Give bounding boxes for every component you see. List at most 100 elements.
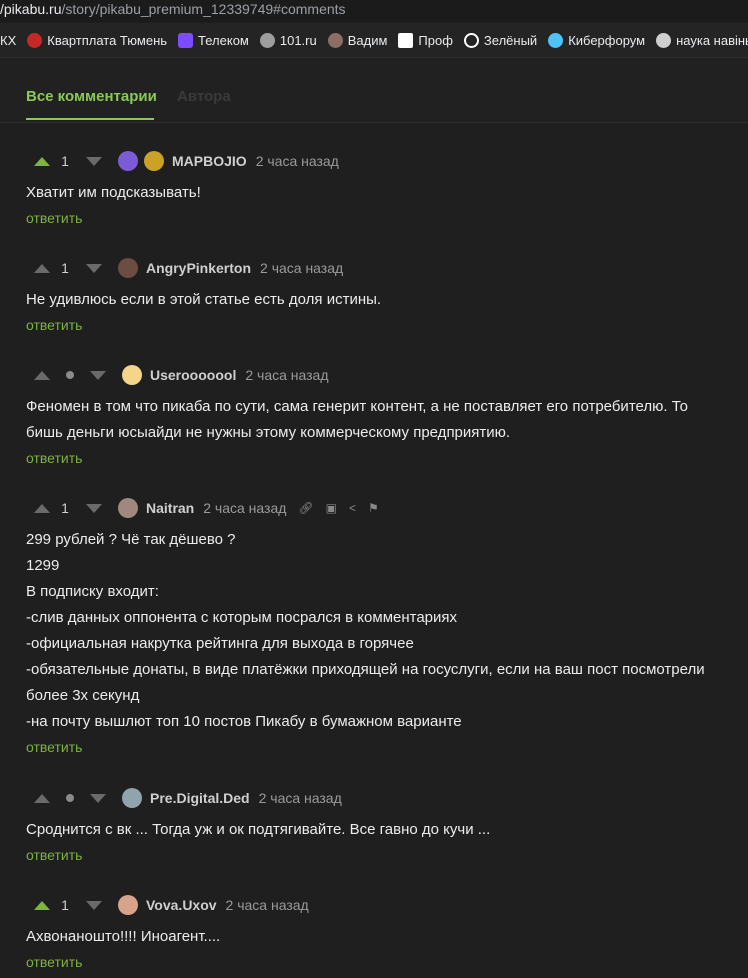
comment-time[interactable]: 2 часа назад	[259, 790, 342, 806]
comment-tabs: Все комментарии Автора	[0, 58, 748, 123]
upvote-button[interactable]	[26, 894, 58, 916]
upvote-icon	[34, 503, 50, 513]
comment-time[interactable]: 2 часа назад	[260, 260, 343, 276]
save-icon[interactable]: ▣	[326, 501, 337, 515]
reply-link[interactable]: ответить	[26, 739, 82, 755]
comment-time[interactable]: 2 часа назад	[226, 897, 309, 913]
upvote-icon	[34, 156, 50, 166]
comment-line: более 3х секунд	[26, 687, 140, 704]
reply-link[interactable]: ответить	[26, 317, 82, 333]
upvote-button[interactable]	[26, 150, 58, 172]
comment-text: Не удивлюсь если в этой статье есть доля…	[26, 287, 736, 313]
downvote-button[interactable]	[78, 894, 110, 916]
vote-count: 1	[61, 153, 69, 169]
bookmark-101ru[interactable]: 101.ru	[259, 32, 317, 48]
comment-line: Ахвонаношто!!!! Иноагент....	[26, 928, 221, 945]
username[interactable]: Pre.Digital.Ded	[150, 790, 250, 806]
username[interactable]: AngryPinkerton	[146, 260, 251, 276]
upvote-icon	[34, 370, 50, 380]
telecom-icon	[178, 32, 194, 48]
username[interactable]: Naitran	[146, 500, 194, 516]
comment-text: Сроднится с вк ... Тогда уж и ок подтяги…	[26, 817, 736, 843]
address-bar[interactable]: /pikabu.ru/story/pikabu_premium_12339749…	[0, 0, 748, 22]
downvote-button[interactable]	[78, 497, 110, 519]
vote-box: 1	[26, 894, 110, 916]
downvote-icon	[90, 793, 106, 803]
comment-line: -обязательные донаты, в виде платёжки пр…	[26, 661, 705, 678]
user-badge-icon	[144, 151, 164, 171]
upvote-icon	[34, 900, 50, 910]
bookmark-zeleny[interactable]: Зелёный	[463, 32, 537, 48]
comment-header: 1 MAPBOJIO 2 часа назад	[26, 150, 736, 172]
comment-tools: 🔗︎ ▣ < ⚑	[298, 501, 378, 515]
vote-box	[26, 787, 114, 809]
comment-header: 1 AngryPinkerton 2 часа назад	[26, 257, 736, 279]
bookmark-cyberforum[interactable]: Киберфорум	[548, 32, 646, 48]
comment-time[interactable]: 2 часа назад	[245, 367, 328, 383]
tab-all-comments[interactable]: Все комментарии	[26, 88, 157, 105]
vote-box: 1	[26, 257, 110, 279]
comment-time[interactable]: 2 часа назад	[203, 500, 286, 516]
comment-text: Феномен в том что пикаба по сути, сама г…	[26, 394, 736, 446]
username[interactable]: Vova.Uxov	[146, 897, 217, 913]
comment-line: -слив данных оппонента с которым посралс…	[26, 609, 458, 626]
downvote-icon	[86, 503, 102, 513]
avatar[interactable]	[118, 258, 138, 278]
upvote-button[interactable]	[26, 497, 58, 519]
bookmark-kvartplata[interactable]: Квартплата Тюмень	[27, 32, 168, 48]
radio-icon	[259, 32, 275, 48]
cyberforum-icon	[548, 32, 564, 48]
share-icon[interactable]: <	[349, 501, 356, 515]
comment-time[interactable]: 2 часа назад	[256, 153, 339, 169]
comment: Userooooool 2 часа назад Феномен в том ч…	[26, 364, 736, 468]
upvote-button[interactable]	[26, 364, 58, 386]
comment-line: -официальная накрутка рейтинга для выход…	[26, 635, 414, 652]
vote-count: 1	[61, 897, 69, 913]
comment-line: Не удивлюсь если в этой статье есть доля…	[26, 291, 382, 308]
comment: 1 Naitran 2 часа назад 🔗︎ ▣ < ⚑ 299 рубл…	[26, 497, 736, 757]
avatar[interactable]	[118, 151, 138, 171]
username[interactable]: Userooooool	[150, 367, 236, 383]
reply-link[interactable]: ответить	[26, 210, 82, 226]
comment-header: 1 Naitran 2 часа назад 🔗︎ ▣ < ⚑	[26, 497, 736, 519]
bookmark-telecom[interactable]: Телеком	[178, 32, 249, 48]
bookmark-vadim[interactable]: Вадим	[327, 32, 387, 48]
neutral-rating-dot	[66, 371, 74, 379]
upvote-icon	[34, 263, 50, 273]
avatar[interactable]	[122, 365, 142, 385]
comment-text: 299 рублей ? Чё так дёшево ? 1299 В подп…	[26, 527, 736, 735]
downvote-button[interactable]	[78, 150, 110, 172]
downvote-button[interactable]	[82, 787, 114, 809]
username[interactable]: MAPBOJIO	[172, 153, 247, 169]
avatar[interactable]	[122, 788, 142, 808]
bookmark-label: Киберфорум	[568, 32, 646, 48]
comment: Pre.Digital.Ded 2 часа назад Сроднится с…	[26, 787, 736, 865]
reply-link[interactable]: ответить	[26, 847, 82, 863]
report-flag-icon[interactable]: ⚑	[368, 501, 379, 515]
bookmark-kh[interactable]: КХ	[0, 33, 16, 48]
bookmarks-bar: КХ Квартплата Тюмень Телеком 101.ru Вади…	[0, 23, 748, 58]
bookmark-prof[interactable]: Проф	[398, 32, 453, 48]
comment: 1 AngryPinkerton 2 часа назад Не удивлюс…	[26, 257, 736, 335]
prof-icon	[398, 32, 414, 48]
avatar[interactable]	[118, 895, 138, 915]
upvote-button[interactable]	[26, 257, 58, 279]
bookmark-label: Квартплата Тюмень	[47, 32, 168, 48]
avatar[interactable]	[118, 498, 138, 518]
comment-line: Феномен в том что пикаба по сути, сама г…	[26, 398, 689, 415]
reply-link[interactable]: ответить	[26, 954, 82, 970]
bookmark-science[interactable]: наука навіны	[656, 32, 748, 48]
url-host: /pikabu.ru	[0, 1, 62, 17]
link-icon[interactable]: 🔗︎	[298, 501, 313, 515]
comment-line: -на почту вышлют топ 10 постов Пикабу в …	[26, 713, 462, 730]
downvote-button[interactable]	[78, 257, 110, 279]
tab-author[interactable]: Автора	[177, 88, 231, 105]
vote-count: 1	[61, 260, 69, 276]
upvote-button[interactable]	[26, 787, 58, 809]
downvote-button[interactable]	[82, 364, 114, 386]
reply-link[interactable]: ответить	[26, 450, 82, 466]
comment-line: В подписку входит:	[26, 583, 159, 600]
bookmark-label: наука навіны	[676, 32, 748, 48]
url-path: /story/pikabu_premium_12339749#comments	[61, 1, 346, 17]
bookmark-label: Телеком	[198, 32, 249, 48]
